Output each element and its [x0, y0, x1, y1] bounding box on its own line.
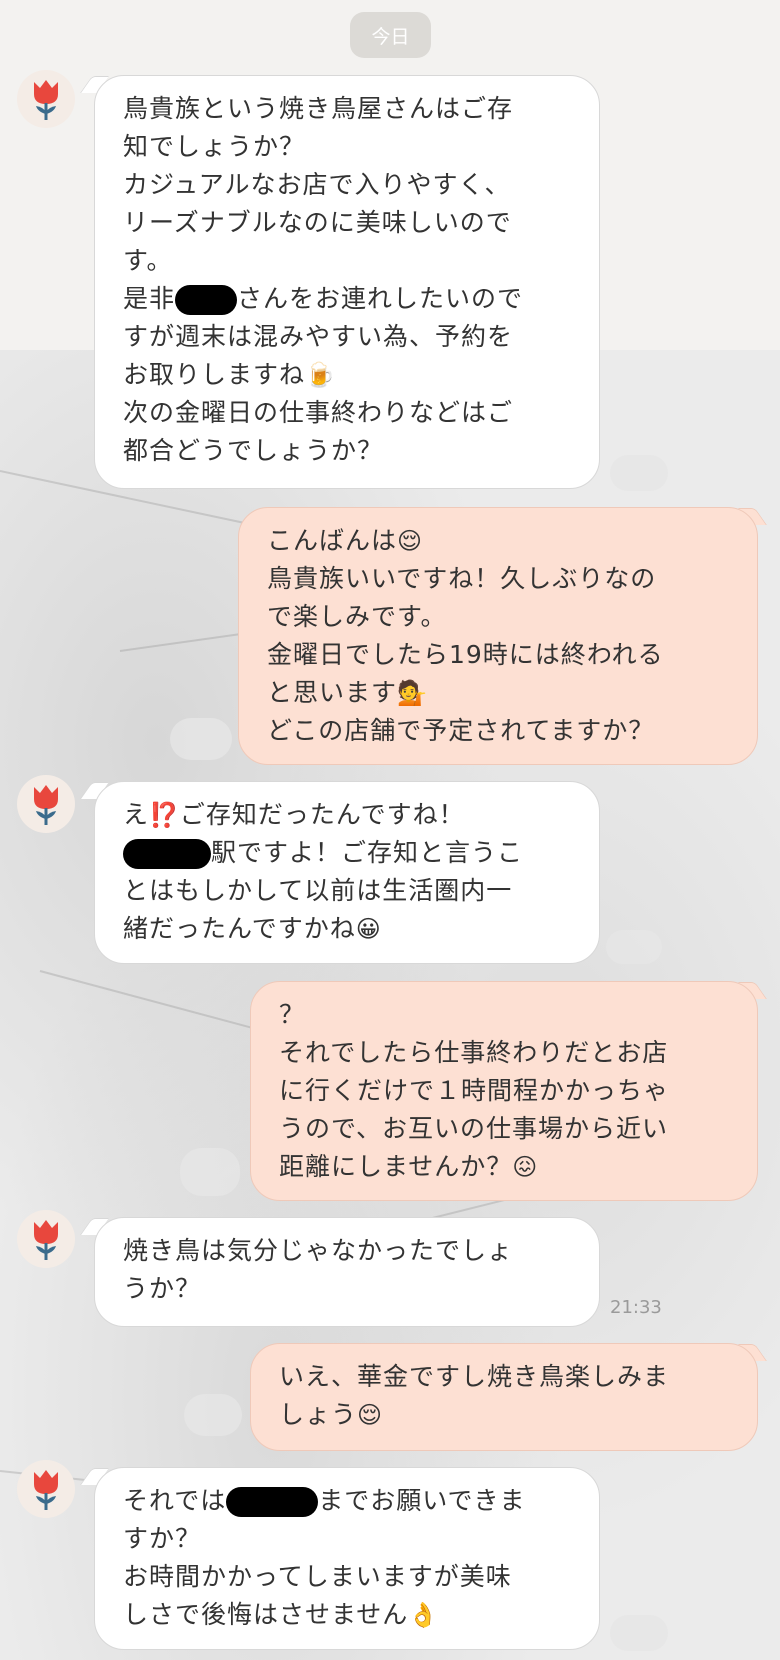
- cloud-sticker: [180, 1148, 240, 1196]
- date-separator: 今日: [350, 12, 431, 58]
- grinning-face-icon: 😀: [355, 915, 382, 943]
- tulip-icon: [34, 1220, 58, 1260]
- message-bubble-incoming[interactable]: え⁉️ご存知だったんですね！ 駅ですよ！ご存知と言うこ とはもしかして以前は生活…: [94, 781, 600, 964]
- beer-icon: 🍺: [305, 361, 336, 389]
- cloud-sticker: [184, 1394, 242, 1436]
- avatar[interactable]: [17, 1460, 75, 1518]
- cloud-sticker: [606, 930, 662, 964]
- redacted-name: [123, 839, 211, 869]
- avatar[interactable]: [17, 1210, 75, 1268]
- cloud-sticker: [610, 1615, 668, 1651]
- message-bubble-outgoing[interactable]: こんばんは😌 鳥貴族いいですね！久しぶりなの で楽しみです。 金曜日でしたら19…: [238, 507, 758, 765]
- tulip-icon: [34, 785, 58, 825]
- message-bubble-outgoing[interactable]: いえ、華金ですし焼き鳥楽しみま しょう😌: [250, 1343, 758, 1451]
- message-bubble-incoming[interactable]: 焼き鳥は気分じゃなかったでしょ うか？: [94, 1217, 600, 1327]
- message-bubble-outgoing[interactable]: ？ それでしたら仕事終わりだとお店 に行くだけで１時間程かかっちゃ うので、お互…: [250, 981, 758, 1201]
- message-timestamp: 21:33: [610, 1297, 662, 1318]
- message-bubble-incoming[interactable]: 鳥貴族という焼き鳥屋さんはご存 知でしょうか？ カジュアルなお店で入りやすく、 …: [94, 75, 600, 489]
- confounded-face-icon: 😖: [512, 1153, 539, 1181]
- message-bubble-incoming[interactable]: それでは までお願いできま すか？ お時間かかってしまいますが美味 しさで後悔はさ…: [94, 1467, 600, 1650]
- redacted-name: [175, 285, 238, 315]
- exclamation-question-icon: ⁉️: [149, 801, 180, 829]
- avatar[interactable]: [17, 70, 75, 128]
- woman-raising-hand-icon: 💁: [397, 679, 428, 707]
- ok-hand-icon: 👌: [408, 1601, 440, 1629]
- cloud-sticker: [170, 718, 232, 760]
- relieved-face-icon: 😌: [357, 1401, 384, 1429]
- redacted-location: [226, 1487, 319, 1517]
- cloud-sticker: [610, 455, 668, 491]
- tulip-icon: [34, 80, 58, 120]
- avatar[interactable]: [17, 775, 75, 833]
- relieved-face-icon: 😌: [397, 527, 424, 555]
- tulip-icon: [34, 1470, 58, 1510]
